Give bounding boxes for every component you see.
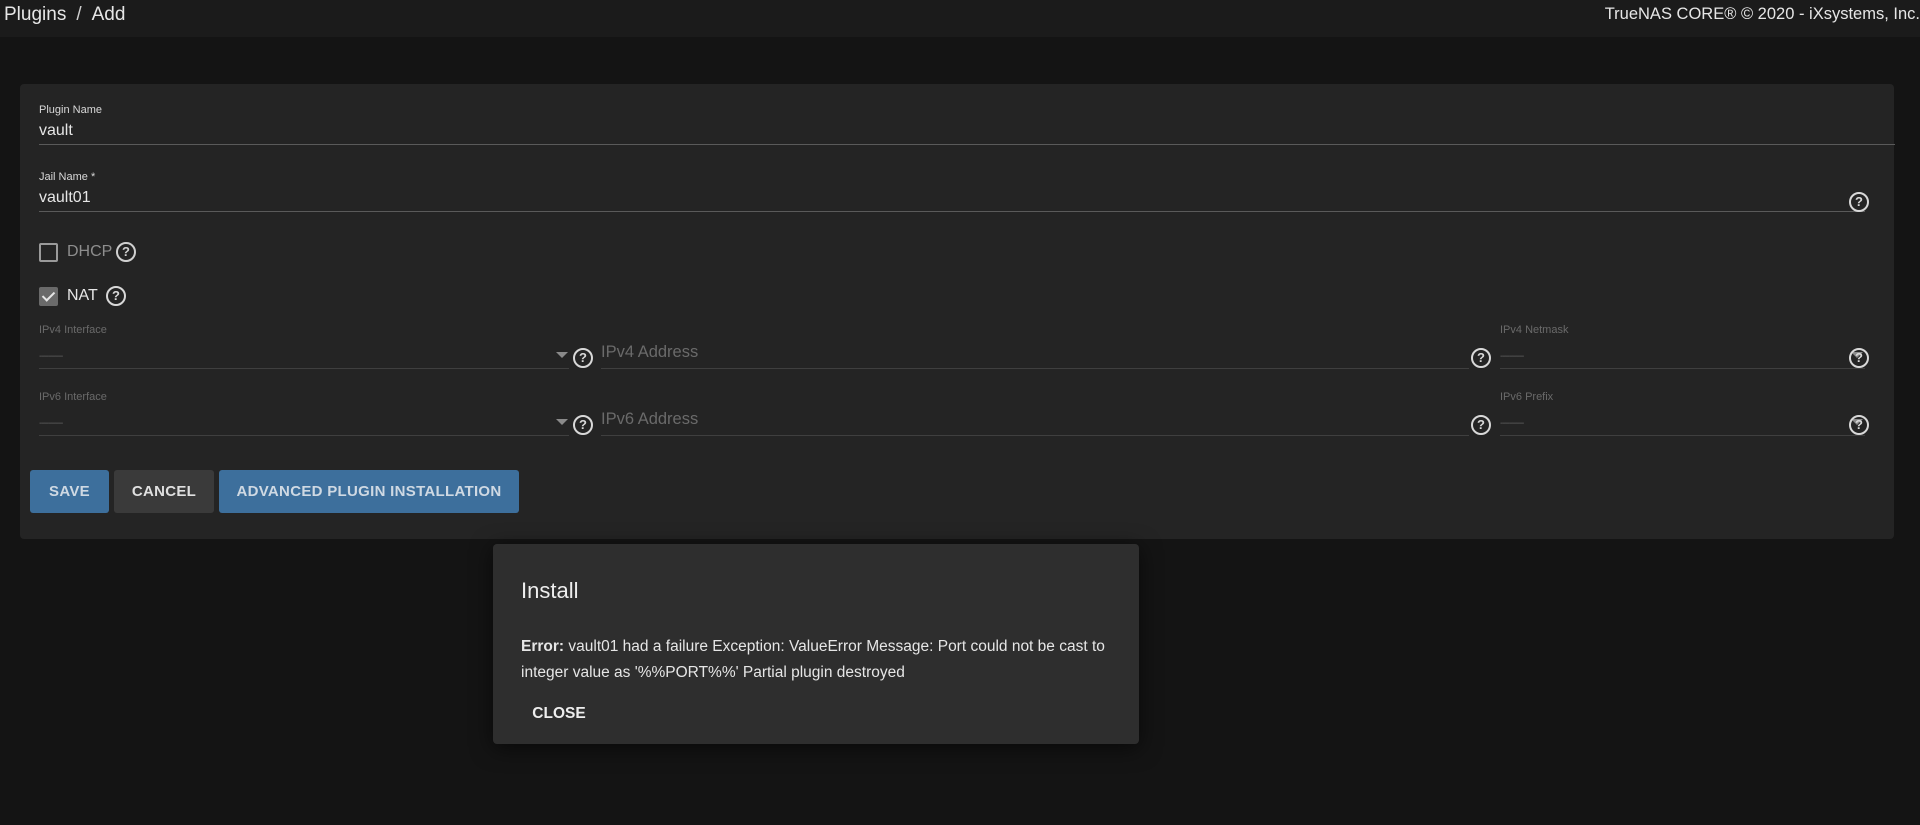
dhcp-help-icon[interactable]: ? (116, 242, 136, 262)
error-message-text: vault01 had a failure Exception: ValueEr… (521, 638, 1105, 681)
ipv4-interface-underline (39, 368, 569, 369)
dialog-message: Error: vault01 had a failure Exception: … (521, 634, 1111, 686)
ipv6-prefix-underline (1500, 435, 1865, 436)
ipv4-interface-label: IPv4 Interface (39, 324, 107, 336)
plugin-name-underline (39, 144, 1895, 145)
ipv6-interface-caret-icon (556, 419, 568, 425)
top-bar: Plugins / Add TrueNAS CORE® © 2020 - iXsys… (0, 0, 1920, 37)
ipv6-interface-select[interactable]: IPv6 Interface ---------- (39, 391, 569, 436)
close-button[interactable]: CLOSE (521, 696, 597, 732)
breadcrumb-add: Add (91, 4, 126, 25)
ipv4-interface-value: ---------- (39, 351, 63, 362)
ipv4-address-placeholder: IPv4 Address (601, 343, 699, 361)
ipv4-interface-caret-icon (556, 352, 568, 358)
plugin-name-label: Plugin Name (39, 104, 102, 116)
breadcrumb: Plugins / Add (4, 4, 125, 26)
ipv6-address-help-icon[interactable]: ? (1471, 415, 1491, 435)
plugin-name-field[interactable]: Plugin Name vault (39, 104, 1895, 145)
ipv4-netmask-help-icon[interactable]: ? (1849, 348, 1869, 368)
ipv6-prefix-help-icon[interactable]: ? (1849, 415, 1869, 435)
save-button[interactable]: SAVE (30, 470, 109, 513)
ipv6-prefix-value: ---------- (1500, 418, 1524, 429)
ipv4-address-underline (601, 368, 1469, 369)
ipv4-netmask-label: IPv4 Netmask (1500, 324, 1569, 336)
dialog-title: Install (521, 578, 579, 603)
ipv6-address-underline (601, 435, 1469, 436)
nat-help-icon[interactable]: ? (106, 286, 126, 306)
breadcrumb-separator: / (76, 4, 82, 25)
ipv6-interface-label: IPv6 Interface (39, 391, 107, 403)
ipv4-interface-help-icon[interactable]: ? (573, 348, 593, 368)
jail-name-underline (39, 211, 1865, 212)
ipv6-interface-help-icon[interactable]: ? (573, 415, 593, 435)
ipv4-netmask-underline (1500, 368, 1865, 369)
ipv6-interface-underline (39, 435, 569, 436)
jail-name-field[interactable]: Jail Name * vault01 (39, 171, 1865, 212)
nat-label: NAT (67, 287, 98, 304)
ipv4-address-help-icon[interactable]: ? (1471, 348, 1491, 368)
nat-checkbox[interactable] (39, 287, 58, 306)
copyright-text[interactable]: TrueNAS CORE® © 2020 - iXsystems, Inc. (1605, 5, 1920, 24)
jail-name-value[interactable]: vault01 (39, 189, 91, 207)
ipv6-prefix-select[interactable]: IPv6 Prefix ---------- (1500, 391, 1865, 436)
ipv4-address-input[interactable]: IPv4 Address (601, 324, 1469, 369)
ipv6-address-placeholder: IPv6 Address (601, 410, 699, 428)
cancel-button[interactable]: CANCEL (114, 470, 214, 513)
ipv6-interface-value: ---------- (39, 418, 63, 429)
advanced-plugin-installation-button[interactable]: ADVANCED PLUGIN INSTALLATION (219, 470, 519, 513)
ipv4-netmask-value: ---------- (1500, 351, 1524, 362)
dhcp-checkbox[interactable] (39, 243, 58, 262)
plugin-form-card: Plugin Name vault Jail Name * vault01 ? … (20, 84, 1895, 539)
ipv6-address-input[interactable]: IPv6 Address (601, 391, 1469, 436)
error-prefix: Error: (521, 638, 565, 655)
ipv4-netmask-select[interactable]: IPv4 Netmask ---------- (1500, 324, 1865, 369)
ipv6-prefix-label: IPv6 Prefix (1500, 391, 1554, 403)
ipv4-interface-select[interactable]: IPv4 Interface ---------- (39, 324, 569, 369)
jail-name-label: Jail Name * (39, 171, 96, 183)
install-error-dialog: Install Error: vault01 had a failure Exc… (493, 544, 1139, 744)
jail-name-help-icon[interactable]: ? (1849, 192, 1869, 212)
dhcp-label: DHCP (67, 243, 113, 260)
breadcrumb-plugins[interactable]: Plugins (4, 4, 66, 25)
plugin-name-value[interactable]: vault (39, 122, 73, 140)
